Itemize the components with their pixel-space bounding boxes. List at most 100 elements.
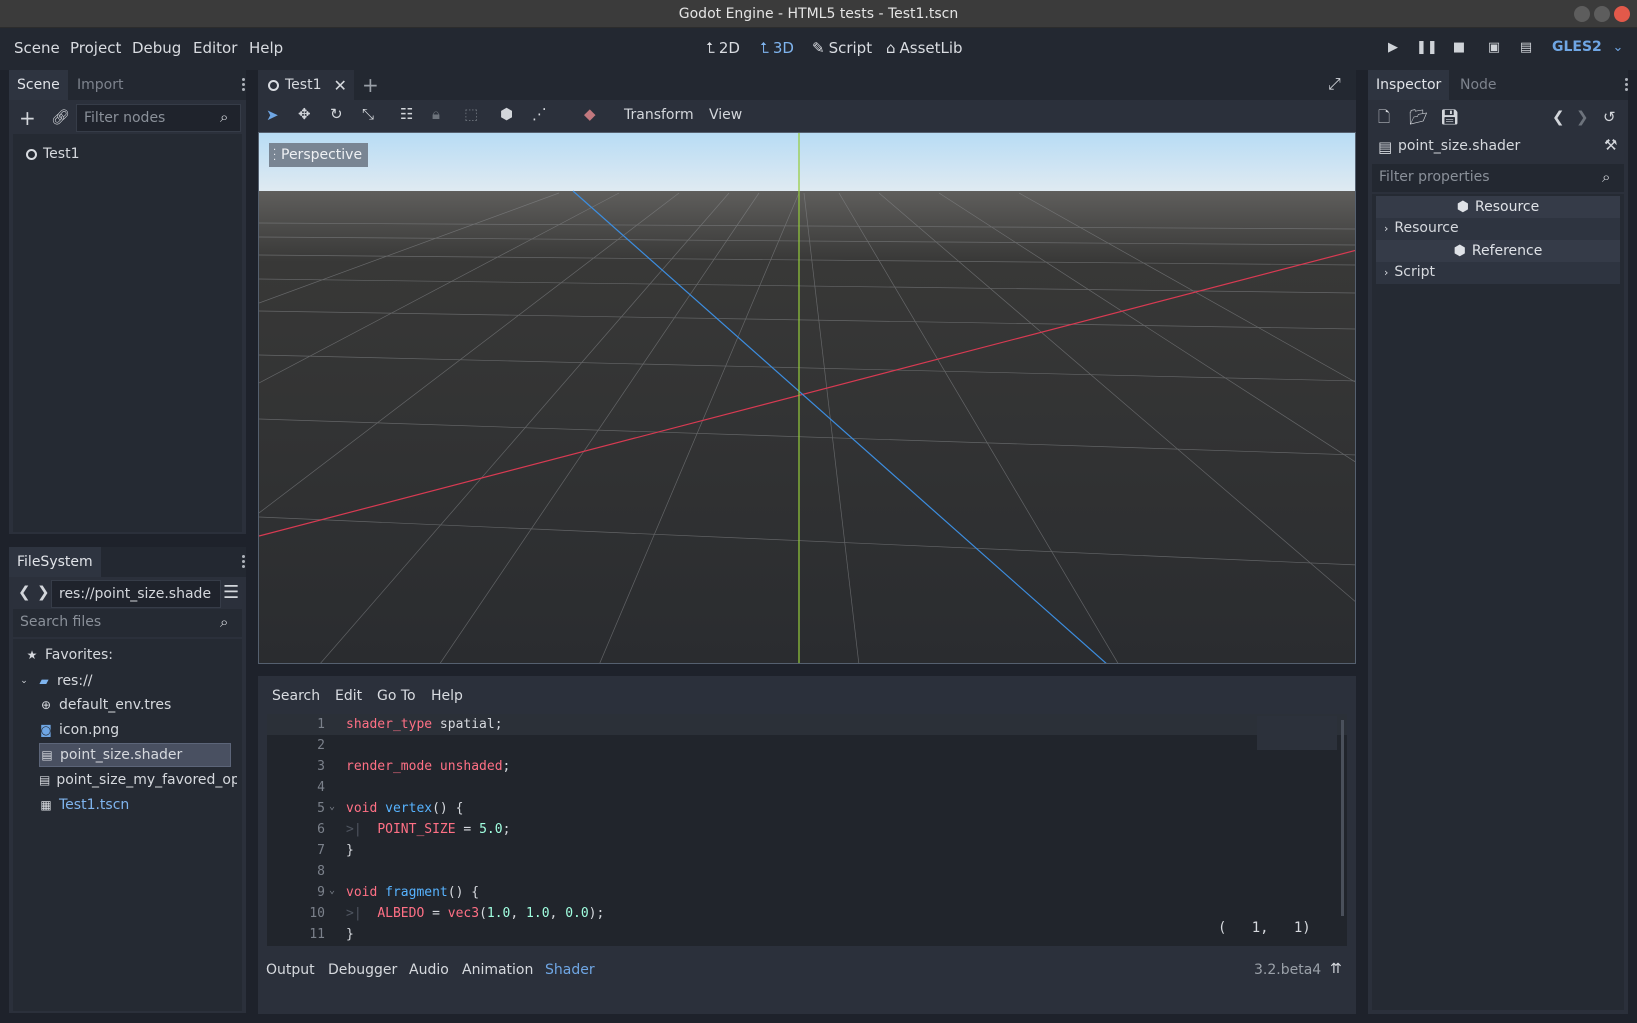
menu-scene[interactable]: Scene — [14, 39, 60, 57]
menu-debug[interactable]: Debug — [132, 39, 181, 57]
move-tool-icon[interactable]: ✥ — [298, 107, 311, 122]
file-item-selected[interactable]: ▤ point_size.shader — [39, 743, 231, 767]
filesystem-dock-tabs: FileSystem — [9, 547, 246, 577]
select-tool-icon[interactable]: ➤ — [266, 108, 279, 123]
list-select-icon[interactable]: ☷ — [400, 107, 413, 122]
bottom-tab-animation[interactable]: Animation — [462, 962, 533, 978]
tab-inspector[interactable]: Inspector — [1368, 70, 1450, 100]
open-folder-icon[interactable]: 📂︎ — [1409, 110, 1428, 125]
menu-help[interactable]: Help — [249, 39, 283, 57]
chevron-down-icon[interactable]: ⌄ — [1608, 40, 1628, 58]
code-line: 5 ⌄ void vertex() { — [317, 801, 464, 816]
scene-tab-test1[interactable]: Test1 ✕ — [258, 70, 354, 100]
expand-panel-icon[interactable]: ⇈ — [1330, 961, 1342, 977]
file-item[interactable]: ◙ icon.png — [39, 718, 119, 742]
new-resource-icon[interactable]: 🗋︎ — [1378, 110, 1390, 125]
dock-menu-icon[interactable] — [242, 553, 246, 570]
editor-menu-search[interactable]: Search — [272, 688, 320, 704]
tab-node[interactable]: Node — [1452, 70, 1505, 100]
workspace-3d-button[interactable]: ⮤ 3D — [760, 39, 794, 57]
group-icon[interactable]: ⬚ — [464, 107, 478, 122]
dock-menu-icon[interactable] — [242, 76, 246, 93]
view-menu[interactable]: View — [709, 108, 742, 122]
search-files-input[interactable]: Search files — [13, 609, 242, 637]
play-scene-icon[interactable]: ▣ — [1484, 40, 1504, 58]
tools-icon[interactable]: ⚒ — [1604, 138, 1617, 153]
fold-icon[interactable]: ⌄ — [329, 885, 335, 896]
history-back-icon[interactable]: ❮ — [1552, 110, 1565, 125]
lock-icon[interactable]: 🔒︎ — [432, 107, 440, 122]
tab-filesystem[interactable]: FileSystem — [9, 547, 101, 577]
menu-editor[interactable]: Editor — [193, 39, 237, 57]
search-icon: ⌕ — [1602, 168, 1611, 186]
workspace-script-button[interactable]: ✎ Script — [812, 39, 872, 57]
bottom-tab-output[interactable]: Output — [266, 962, 315, 978]
property-list — [1372, 194, 1624, 1010]
code-editor[interactable]: 1 shader_type spatial; 2 3 render_mode u… — [267, 714, 1347, 946]
code-minimap[interactable] — [1257, 716, 1337, 750]
res-root-folder[interactable]: ⌄ ▰ res:// — [17, 669, 92, 693]
editor-menu-help[interactable]: Help — [431, 688, 463, 704]
camera-icon[interactable]: ◆ — [584, 107, 596, 122]
stop-icon[interactable]: ■ — [1449, 40, 1469, 58]
minimize-button[interactable] — [1574, 6, 1590, 22]
scene-dock: Scene Import + 🔗︎ Filter nodes ⌕ Test1 — [9, 70, 246, 534]
tree-node-test1[interactable]: Test1 — [26, 142, 79, 166]
local-space-icon[interactable]: ⬢ — [500, 107, 513, 122]
file-item[interactable]: ▦ Test1.tscn — [39, 793, 129, 817]
maximize-button[interactable] — [1594, 6, 1610, 22]
scale-tool-icon[interactable]: ⤡ — [362, 107, 374, 122]
code-scrollbar[interactable] — [1341, 720, 1344, 916]
workspace-2d-button[interactable]: ⮤ 2D — [706, 39, 740, 57]
split-view-icon[interactable]: ☰ — [223, 584, 239, 602]
back-icon[interactable]: ❮ — [18, 585, 31, 600]
fold-icon[interactable]: ⌄ — [329, 801, 335, 812]
property-group-resource[interactable]: › Resource — [1376, 218, 1620, 240]
pause-icon[interactable]: ❚❚ — [1416, 40, 1438, 58]
forward-icon[interactable]: ❯ — [37, 585, 50, 600]
cursor-position: ( 1, 1) — [1218, 920, 1311, 936]
transform-menu[interactable]: Transform — [624, 108, 694, 122]
filter-properties-input[interactable]: Filter properties — [1372, 164, 1624, 192]
rotate-tool-icon[interactable]: ↻ — [330, 107, 343, 122]
perspective-menu[interactable]: · · · Perspective — [269, 143, 369, 167]
menu-project[interactable]: Project — [70, 39, 121, 57]
image-icon: ◙ — [40, 723, 52, 737]
link-icon[interactable]: 🔗︎ — [51, 110, 70, 125]
renderer-selector[interactable]: GLES2 — [1552, 39, 1602, 55]
object-history-icon[interactable]: ↺ — [1603, 110, 1616, 125]
sky — [259, 133, 1355, 191]
bottom-tab-debugger[interactable]: Debugger — [328, 962, 397, 978]
editor-menu-goto[interactable]: Go To — [377, 688, 416, 704]
history-forward-icon[interactable]: ❯ — [1576, 110, 1589, 125]
resource-name: point_size.shader — [1398, 138, 1521, 154]
favorites-folder[interactable]: ★ Favorites: — [25, 643, 113, 667]
fullscreen-icon[interactable]: ⤢ — [1328, 76, 1341, 92]
tab-import[interactable]: Import — [69, 70, 131, 100]
play-custom-scene-icon[interactable]: ▤ — [1516, 40, 1536, 58]
dock-menu-icon[interactable] — [1625, 76, 1629, 93]
close-window-button[interactable] — [1614, 6, 1630, 22]
add-node-icon[interactable]: + — [19, 108, 36, 128]
property-group-script[interactable]: › Script — [1376, 262, 1620, 284]
tab-scene[interactable]: Scene — [9, 70, 68, 100]
path-field[interactable]: res://point_size.shade — [51, 580, 221, 608]
3d-viewport[interactable]: · · · Perspective — [258, 132, 1356, 664]
workspace-assetlib-button[interactable]: ⌂ AssetLib — [886, 39, 963, 57]
play-icon[interactable]: ▶ — [1383, 40, 1403, 58]
snap-icon[interactable]: ⋰ — [532, 107, 547, 122]
file-item[interactable]: ⊕ default_env.tres — [39, 693, 171, 717]
close-icon[interactable]: ✕ — [333, 76, 346, 95]
filter-nodes-input[interactable]: Filter nodes — [76, 104, 241, 132]
engine-version: 3.2.beta4 — [1254, 962, 1322, 978]
shader-editor-panel: Search Edit Go To Help 1 shader_type spa… — [258, 676, 1356, 1014]
add-tab-icon[interactable]: + — [362, 75, 379, 95]
window-title: Godot Engine - HTML5 tests - Test1.tscn — [678, 6, 959, 22]
file-item[interactable]: ▤ point_size_my_favored_op — [39, 768, 237, 792]
shader-file-icon: ▤ — [41, 748, 53, 762]
bottom-tab-shader[interactable]: Shader — [545, 962, 595, 978]
bottom-tab-audio[interactable]: Audio — [409, 962, 449, 978]
editor-menu-edit[interactable]: Edit — [335, 688, 362, 704]
save-icon[interactable]: 💾︎ — [1440, 110, 1459, 125]
resource-icon: ⬢ — [1453, 243, 1466, 259]
